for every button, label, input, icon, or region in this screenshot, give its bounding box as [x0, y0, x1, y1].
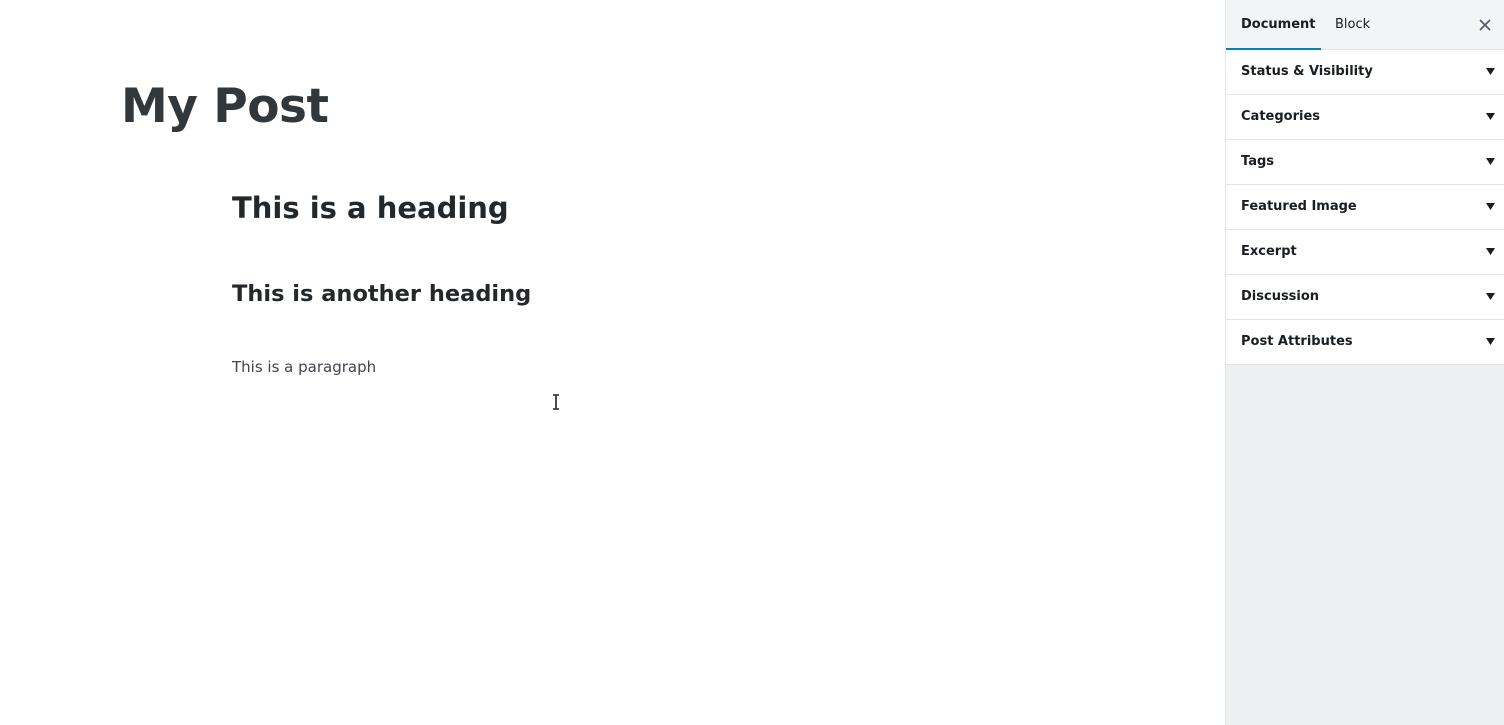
close-sidebar-button[interactable]: [1473, 13, 1497, 37]
arrow-down-icon: [1486, 203, 1495, 210]
panel-label: Excerpt: [1241, 244, 1297, 259]
settings-sidebar: Document Block Status & Visibility Categ…: [1225, 0, 1504, 725]
arrow-down-icon: [1486, 248, 1495, 255]
panel-label: Post Attributes: [1241, 334, 1353, 349]
close-icon: [1479, 19, 1491, 31]
sidebar-panels: Status & Visibility Categories Tags Feat…: [1226, 50, 1504, 365]
panel-label: Discussion: [1241, 289, 1320, 304]
tab-document[interactable]: Document: [1226, 0, 1321, 51]
post-title[interactable]: My Post: [121, 78, 329, 136]
paragraph-block[interactable]: This is a paragraph: [232, 356, 376, 378]
arrow-down-icon: [1486, 113, 1495, 120]
editor-canvas: My Post This is a heading This is anothe…: [0, 0, 1225, 725]
heading-block[interactable]: This is another heading: [232, 278, 531, 310]
arrow-down-icon: [1486, 158, 1495, 165]
arrow-down-icon: [1486, 68, 1495, 75]
panel-excerpt[interactable]: Excerpt: [1226, 230, 1504, 275]
heading-block[interactable]: This is a heading: [232, 188, 509, 228]
arrow-down-icon: [1486, 338, 1495, 345]
panel-label: Status & Visibility: [1241, 64, 1373, 79]
panel-label: Featured Image: [1241, 199, 1357, 214]
panel-label: Tags: [1241, 154, 1275, 169]
text-cursor-icon: [553, 394, 559, 410]
editor-screen: My Post This is a heading This is anothe…: [0, 0, 1504, 725]
panel-featured-image[interactable]: Featured Image: [1226, 185, 1504, 230]
panel-discussion[interactable]: Discussion: [1226, 275, 1504, 320]
panel-label: Categories: [1241, 109, 1321, 124]
panel-tags[interactable]: Tags: [1226, 140, 1504, 185]
sidebar-header: Document Block: [1226, 0, 1504, 51]
panel-categories[interactable]: Categories: [1226, 95, 1504, 140]
panel-post-attributes[interactable]: Post Attributes: [1226, 320, 1504, 365]
tab-block[interactable]: Block: [1335, 0, 1385, 50]
arrow-down-icon: [1486, 293, 1495, 300]
panel-status-visibility[interactable]: Status & Visibility: [1226, 50, 1504, 95]
